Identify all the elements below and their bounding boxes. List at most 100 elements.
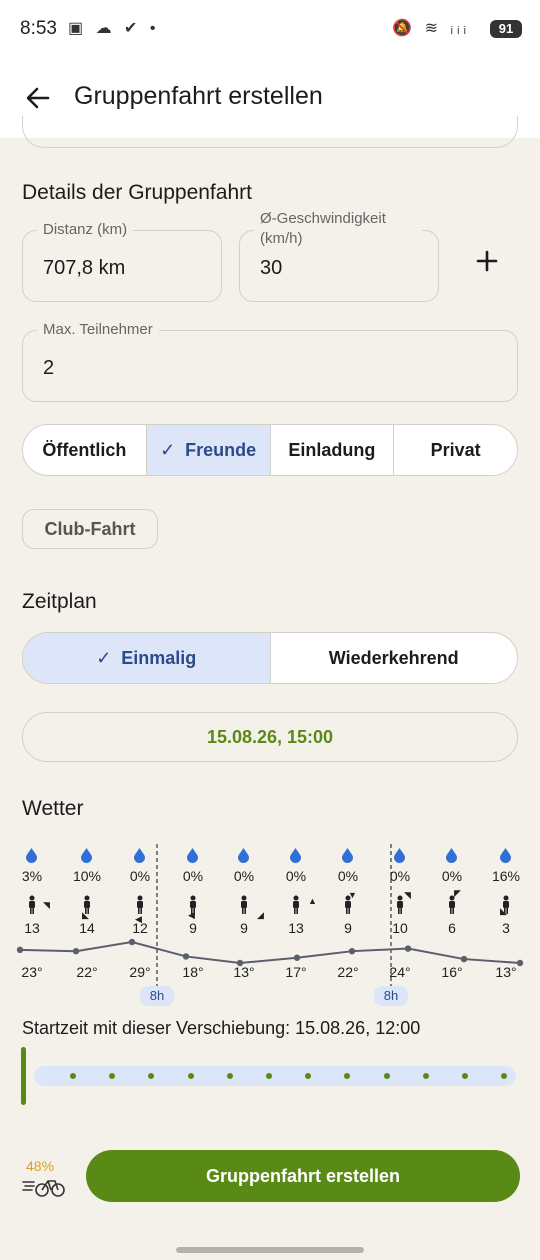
- temperature-label: 22°: [76, 964, 98, 980]
- wind-speed: 9: [189, 920, 197, 936]
- temperature-label: 23°: [21, 964, 43, 980]
- check-icon: ✓: [96, 647, 112, 668]
- shift-indicator: [21, 1047, 26, 1105]
- wind-direction-icon: ▲: [308, 896, 317, 906]
- precip-chance: 0%: [337, 868, 359, 884]
- schedule-option-recurring[interactable]: Wiederkehrend: [271, 633, 518, 683]
- temperature-point: [128, 938, 136, 946]
- visibility-option-invitation[interactable]: Einladung: [271, 425, 395, 475]
- arrow-left-icon: [26, 87, 50, 109]
- wind-speed: 14: [79, 920, 95, 936]
- bike-battery-percent: 48%: [26, 1158, 55, 1174]
- temperature-point: [460, 955, 468, 963]
- speed-field[interactable]: Ø-Geschwindigkeit (km/h) 30: [239, 209, 439, 302]
- shift-step-dot[interactable]: [187, 1073, 194, 1079]
- max-participants-value[interactable]: 2: [43, 357, 54, 380]
- temperature-label: 13°: [233, 964, 255, 980]
- shift-step-dot[interactable]: [305, 1073, 312, 1079]
- temperature-point: [16, 946, 24, 954]
- status-system-icons: 🔕 ≋ ᵢᵢᵢ: [392, 20, 470, 37]
- shift-step-dot[interactable]: [501, 1073, 508, 1079]
- shift-step-dot[interactable]: [383, 1073, 390, 1079]
- cyclist-icon: [293, 895, 299, 914]
- shift-step-dot[interactable]: [70, 1073, 76, 1079]
- speed-label: Ø-Geschwindigkeit (km/h): [254, 209, 422, 249]
- temperature-label: 16°: [441, 964, 463, 980]
- visibility-segmented-control: Öffentlich ✓ Freunde Einladung Privat: [22, 424, 518, 476]
- plus-icon: [476, 250, 498, 272]
- shift-step-dot[interactable]: [462, 1073, 468, 1079]
- visibility-option-friends-label: Freunde: [185, 439, 257, 460]
- wind-direction-icon: ▼: [348, 890, 357, 900]
- precip-chance: 0%: [285, 868, 307, 884]
- previous-card-edge: [22, 116, 518, 148]
- temperature-label: 13°: [495, 964, 517, 980]
- max-participants-label: Max. Teilnehmer: [37, 321, 159, 339]
- page-title: Gruppenfahrt erstellen: [74, 82, 323, 110]
- details-section-title: Details der Gruppenfahrt: [22, 181, 252, 204]
- visibility-option-public-label: Öffentlich: [42, 439, 127, 460]
- visibility-option-private[interactable]: Privat: [394, 425, 517, 475]
- create-group-ride-button[interactable]: Gruppenfahrt erstellen: [86, 1150, 520, 1202]
- raindrop-icon: [81, 848, 92, 863]
- shift-step-dot[interactable]: [109, 1073, 116, 1079]
- temperature-point: [404, 945, 412, 952]
- precip-chance: 3%: [21, 868, 43, 884]
- hour-badge: 8h: [140, 986, 174, 1006]
- raindrop-icon: [26, 848, 37, 863]
- wind-direction-icon: ◥: [404, 890, 411, 900]
- back-button[interactable]: [20, 80, 56, 116]
- precip-chance: 0%: [182, 868, 204, 884]
- visibility-option-friends[interactable]: ✓ Freunde: [146, 425, 271, 475]
- schedule-segmented-control: ✓ Einmalig Wiederkehrend: [22, 632, 518, 684]
- raindrop-icon: [134, 848, 145, 863]
- wind-speed: 6: [448, 920, 456, 936]
- cyclist-icon: [29, 895, 35, 914]
- temperature-point: [348, 947, 356, 955]
- add-button[interactable]: [470, 244, 504, 278]
- distance-label: Distanz (km): [37, 221, 134, 239]
- max-participants-field[interactable]: Max. Teilnehmer 2: [22, 321, 518, 402]
- distance-field[interactable]: Distanz (km) 707,8 km: [22, 221, 222, 302]
- home-indicator[interactable]: [176, 1247, 364, 1253]
- status-notification-icons: ▣ ☁ ✔ •: [68, 20, 160, 37]
- temperature-line: [19, 940, 521, 965]
- temperature-point: [72, 947, 80, 955]
- schedule-option-once[interactable]: ✓ Einmalig: [23, 633, 271, 683]
- raindrop-icon: [500, 848, 511, 863]
- shift-step-dot[interactable]: [266, 1073, 272, 1079]
- temperature-label: 17°: [285, 964, 307, 980]
- battery-icon: 91: [490, 20, 522, 38]
- datetime-button[interactable]: 15.08.26, 15:00: [22, 712, 518, 762]
- status-bar: 8:53 ▣ ☁ ✔ • 🔕 ≋ ᵢᵢᵢ 91: [0, 0, 540, 60]
- temperature-label: 29°: [129, 964, 151, 980]
- weather-strip[interactable]: 3% ◥ 13 23° 10% ◣ 14 22° 0% ◀ 12 29° 0% ◀ 9 18° 0% ◢ 9 13° 0…: [0, 840, 540, 1010]
- shift-step-dot[interactable]: [148, 1073, 155, 1079]
- raindrop-icon: [394, 848, 405, 863]
- temperature-label: 22°: [337, 964, 359, 980]
- temperature-point: [293, 954, 301, 961]
- wind-speed: 9: [240, 920, 248, 936]
- speed-value[interactable]: 30: [260, 257, 282, 280]
- wind-direction-icon: ◣: [500, 906, 507, 916]
- check-icon: ✓: [160, 439, 176, 460]
- shift-step-dot[interactable]: [344, 1073, 351, 1079]
- precip-chance: 16%: [491, 868, 521, 884]
- weather-section-title: Wetter: [22, 797, 84, 820]
- distance-value[interactable]: 707,8 km: [43, 257, 125, 280]
- shift-step-dot[interactable]: [422, 1073, 429, 1079]
- club-ride-chip[interactable]: Club-Fahrt: [22, 509, 158, 549]
- temperature-point: [182, 953, 190, 960]
- shift-slider[interactable]: [34, 1066, 516, 1086]
- shift-step-dot[interactable]: [226, 1073, 233, 1079]
- visibility-option-public[interactable]: Öffentlich: [23, 425, 147, 475]
- wind-speed: 12: [132, 920, 148, 936]
- wind-speed: 13: [288, 920, 304, 936]
- cyclist-icon: [137, 895, 143, 914]
- raindrop-icon: [342, 848, 353, 863]
- schedule-section-title: Zeitplan: [22, 590, 97, 613]
- wind-speed: 9: [344, 920, 352, 936]
- precip-chance: 10%: [72, 868, 102, 884]
- wind-direction-icon: ◥: [43, 900, 50, 910]
- wind-direction-icon: ◤: [454, 888, 461, 898]
